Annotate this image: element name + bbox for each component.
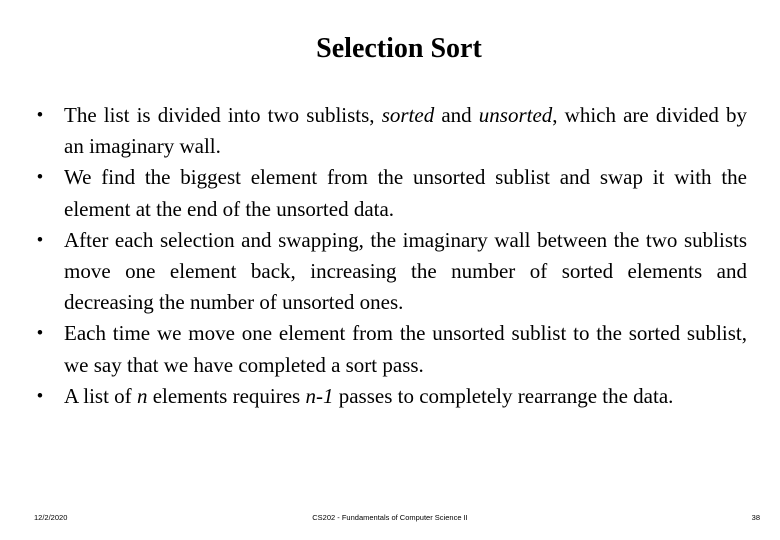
bullet-icon: • bbox=[36, 323, 44, 345]
bullet-icon: • bbox=[36, 167, 44, 189]
emphasis-n-minus-1: n-1 bbox=[305, 383, 334, 408]
bullet-text: A list of bbox=[64, 383, 137, 408]
bullet-item: • We find the biggest element from the u… bbox=[34, 162, 747, 224]
bullet-item: • After each selection and swapping, the… bbox=[34, 225, 747, 319]
emphasis-n: n bbox=[136, 383, 148, 408]
bullet-icon: • bbox=[36, 105, 44, 126]
bullet-text: passes to completely rearrange the data. bbox=[333, 383, 674, 408]
emphasis-unsorted: unsorted bbox=[478, 103, 553, 127]
bullet-text: Each time we move one element from the u… bbox=[64, 321, 747, 377]
emphasis-sorted: sorted bbox=[381, 103, 435, 127]
bullet-icon: • bbox=[36, 229, 44, 251]
bullet-item: • The list is divided into two sublists,… bbox=[34, 100, 747, 162]
footer-date: 12/2/2020 bbox=[34, 513, 68, 522]
slide-title: Selection Sort bbox=[316, 33, 482, 64]
bullet-text: and bbox=[434, 103, 479, 127]
bullet-item: • Each time we move one element from the… bbox=[34, 318, 747, 380]
bullet-text: After each selection and swapping, the i… bbox=[64, 227, 747, 315]
bullet-text: We find the biggest element from the uns… bbox=[64, 165, 747, 221]
bullet-text: elements requires bbox=[147, 383, 306, 408]
bullet-icon: • bbox=[36, 385, 44, 407]
bullet-list: • The list is divided into two sublists,… bbox=[34, 100, 747, 412]
bullet-item: • A list of n elements requires n-1 pass… bbox=[34, 381, 747, 412]
bullet-text: The list is divided into two sublists, bbox=[64, 103, 382, 127]
footer-page-number: 38 bbox=[751, 513, 760, 522]
footer-course-title: CS202 - Fundamentals of Computer Science… bbox=[312, 513, 468, 522]
